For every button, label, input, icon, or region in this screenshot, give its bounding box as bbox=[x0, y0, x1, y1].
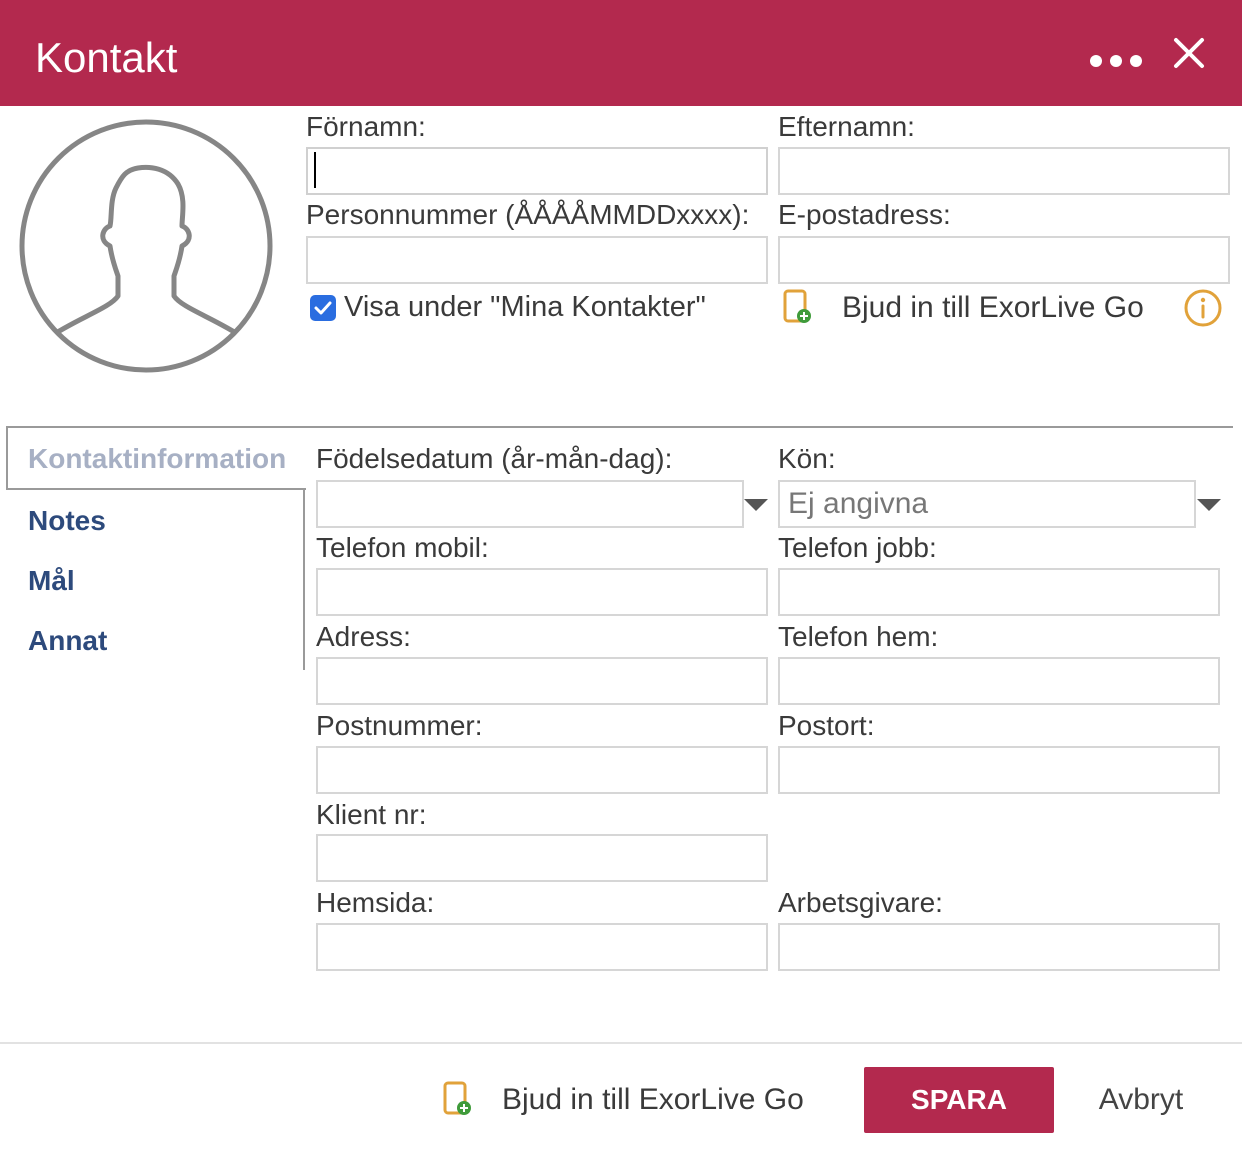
more-dot bbox=[1130, 55, 1142, 67]
info-icon[interactable] bbox=[1183, 288, 1223, 328]
footer-invite-exorlive-go-link[interactable]: Bjud in till ExorLive Go bbox=[442, 1080, 812, 1122]
device-add-icon bbox=[443, 1081, 471, 1115]
gender-select[interactable]: Ej angivna bbox=[778, 480, 1196, 528]
close-icon[interactable] bbox=[1166, 30, 1212, 76]
tab-mal[interactable]: Mål bbox=[28, 564, 75, 598]
ssn-input[interactable] bbox=[306, 236, 768, 284]
first-name-input[interactable] bbox=[306, 147, 768, 195]
tab-kontaktinformation[interactable]: Kontaktinformation bbox=[6, 426, 306, 490]
birthdate-input[interactable] bbox=[316, 480, 744, 528]
birthdate-label: Födelsedatum (år-mån-dag): bbox=[316, 443, 673, 474]
mobile-label: Telefon mobil: bbox=[316, 532, 489, 563]
client-no-label: Klient nr: bbox=[316, 799, 427, 830]
avatar-placeholder-icon[interactable] bbox=[18, 118, 274, 374]
website-label: Hemsida: bbox=[316, 887, 435, 918]
city-label: Postort: bbox=[778, 710, 875, 741]
dialog-title: Kontakt bbox=[35, 34, 178, 81]
tab-label: Kontaktinformation bbox=[28, 443, 287, 474]
email-input[interactable] bbox=[778, 236, 1230, 284]
home-phone-input[interactable] bbox=[778, 657, 1220, 705]
tab-annat[interactable]: Annat bbox=[28, 624, 107, 658]
device-add-icon bbox=[783, 289, 811, 323]
postal-code-input[interactable] bbox=[316, 746, 768, 794]
save-button[interactable]: SPARA bbox=[864, 1067, 1054, 1133]
gender-dropdown-icon[interactable] bbox=[1197, 499, 1221, 511]
more-dot bbox=[1090, 55, 1102, 67]
home-phone-label: Telefon hem: bbox=[778, 621, 939, 652]
last-name-label: Efternamn: bbox=[778, 111, 915, 142]
invite-label: Bjud in till ExorLive Go bbox=[842, 291, 1144, 324]
email-label: E-postadress: bbox=[778, 199, 951, 230]
cancel-button[interactable]: Avbryt bbox=[1080, 1067, 1202, 1133]
work-phone-label: Telefon jobb: bbox=[778, 532, 937, 563]
last-name-input[interactable] bbox=[778, 147, 1230, 195]
more-dot bbox=[1110, 55, 1122, 67]
employer-input[interactable] bbox=[778, 923, 1220, 971]
text-caret bbox=[314, 152, 316, 188]
address-input[interactable] bbox=[316, 657, 768, 705]
invite-exorlive-go-link[interactable]: Bjud in till ExorLive Go bbox=[782, 288, 1162, 330]
show-in-contacts-checkbox[interactable] bbox=[310, 295, 336, 321]
client-no-input[interactable] bbox=[316, 834, 768, 882]
checkmark-icon bbox=[314, 301, 332, 315]
website-input[interactable] bbox=[316, 923, 768, 971]
postal-code-label: Postnummer: bbox=[316, 710, 483, 741]
footer-divider bbox=[0, 1042, 1242, 1044]
show-in-contacts-label[interactable]: Visa under "Mina Kontakter" bbox=[344, 290, 706, 324]
footer-invite-label: Bjud in till ExorLive Go bbox=[502, 1083, 804, 1116]
more-horizontal-icon[interactable] bbox=[1090, 48, 1142, 74]
address-label: Adress: bbox=[316, 621, 411, 652]
mobile-input[interactable] bbox=[316, 568, 768, 616]
employer-label: Arbetsgivare: bbox=[778, 887, 943, 918]
tab-notes[interactable]: Notes bbox=[28, 504, 106, 538]
ssn-label: Personnummer (ÅÅÅÅMMDDxxxx): bbox=[306, 199, 750, 230]
dialog-header: Kontakt bbox=[0, 0, 1242, 106]
work-phone-input[interactable] bbox=[778, 568, 1220, 616]
first-name-label: Förnamn: bbox=[306, 111, 426, 142]
birthdate-dropdown-icon[interactable] bbox=[744, 499, 768, 511]
tab-divider bbox=[303, 490, 305, 670]
gender-label: Kön: bbox=[778, 443, 836, 474]
section-divider bbox=[305, 426, 1233, 428]
city-input[interactable] bbox=[778, 746, 1220, 794]
